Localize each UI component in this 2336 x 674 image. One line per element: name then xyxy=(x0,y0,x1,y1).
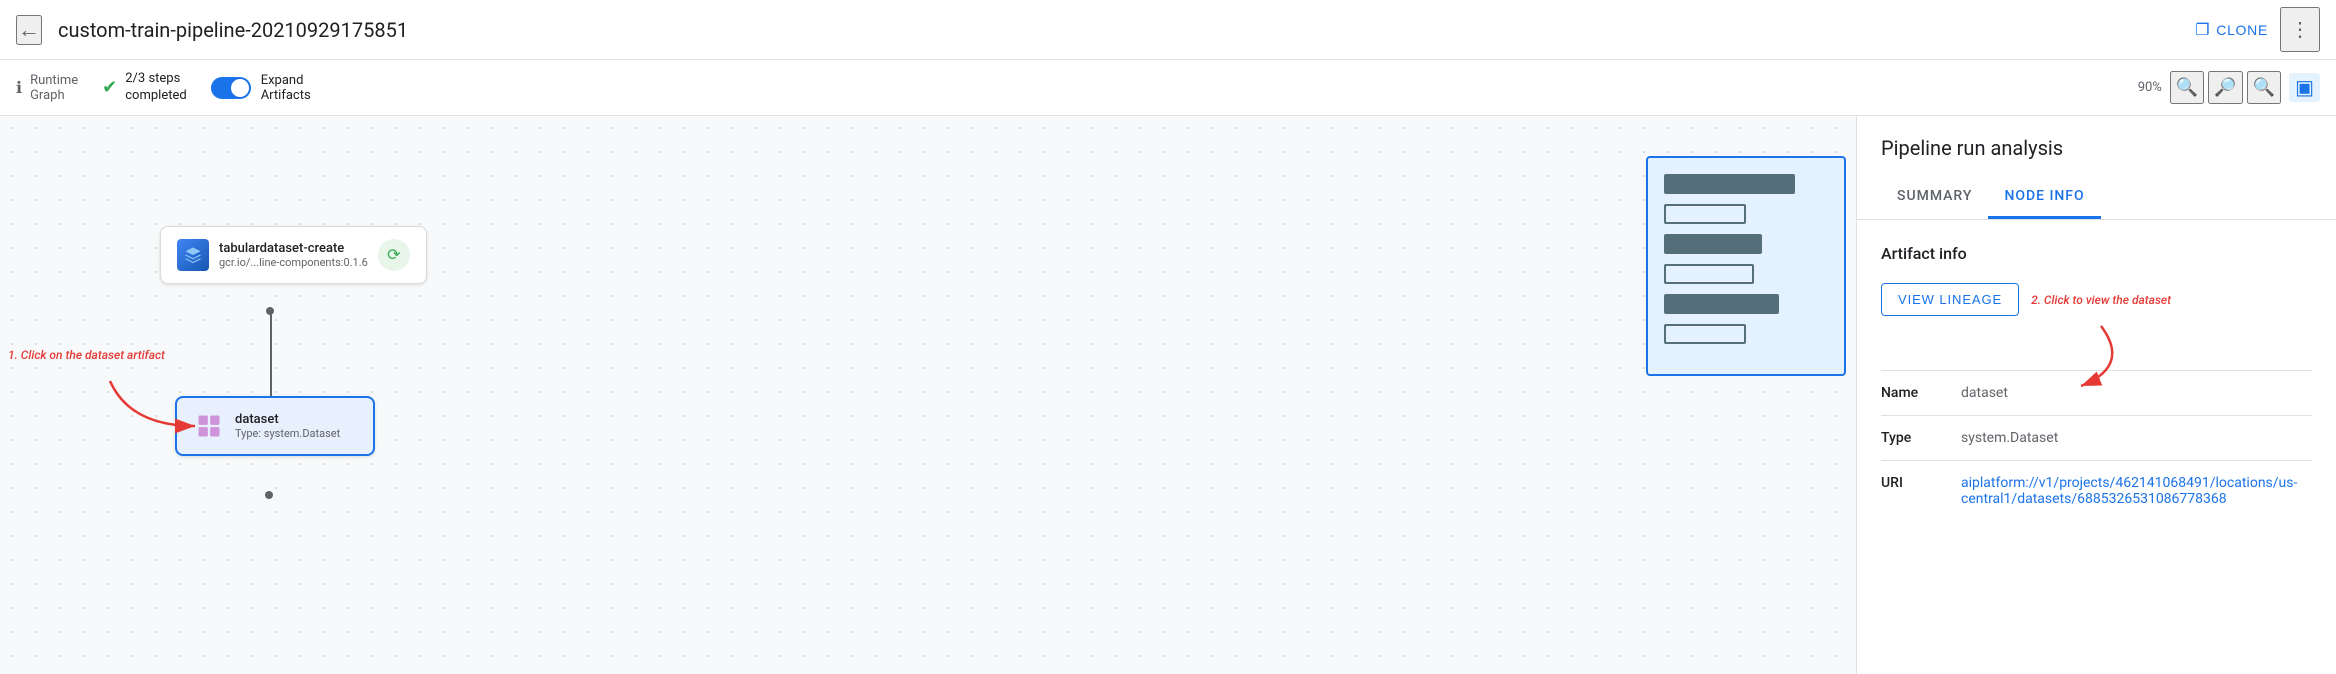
node-dataset-title: dataset xyxy=(235,412,340,427)
mini-bar-2 xyxy=(1664,204,1746,224)
label-uri: URI xyxy=(1881,461,1961,522)
value-uri[interactable]: aiplatform://v1/projects/462141068491/lo… xyxy=(1961,461,2312,522)
annotation-arrow-1 xyxy=(0,116,1856,674)
node-tabular-subtitle: gcr.io/...line-components:0.1.6 xyxy=(219,256,368,269)
clone-button[interactable]: ❐ CLONE xyxy=(2183,12,2280,48)
mini-graph-preview xyxy=(1646,156,1846,376)
toggle-switch[interactable] xyxy=(211,77,251,99)
mini-bar-1 xyxy=(1664,174,1795,194)
connection-line xyxy=(270,311,272,401)
mini-bar-5 xyxy=(1664,294,1779,314)
tab-node-info[interactable]: NODE INFO xyxy=(1988,176,2100,219)
clone-icon: ❐ xyxy=(2195,20,2210,40)
tabs: SUMMARY NODE INFO xyxy=(1881,176,2312,219)
mini-bar-3 xyxy=(1664,234,1762,254)
check-circle-icon: ✔ xyxy=(102,77,117,98)
zoom-in-button[interactable]: 🔍 xyxy=(2170,71,2204,104)
node-run-button[interactable]: ⟳ xyxy=(378,239,410,271)
annotation-2: 2. Click to view the dataset xyxy=(2031,293,2171,307)
main-content: 1. Click on the dataset artifact xyxy=(0,116,2336,674)
runtime-graph-label: Runtime Graph xyxy=(30,73,78,103)
zoom-controls: 🔍 🔎 🔍 xyxy=(2170,71,2281,104)
node-tabular-title: tabulardataset-create xyxy=(219,241,368,256)
more-button[interactable]: ⋮ xyxy=(2280,7,2320,52)
sub-header: ℹ Runtime Graph ✔ 2/3 steps completed Ex… xyxy=(0,60,2336,116)
info-icon: ℹ xyxy=(16,78,22,97)
uri-link[interactable]: aiplatform://v1/projects/462141068491/lo… xyxy=(1961,475,2297,507)
mini-bar-6 xyxy=(1664,324,1746,344)
fit-screen-button[interactable]: ▣ xyxy=(2289,73,2320,102)
node-dataset[interactable]: dataset Type: system.Dataset xyxy=(175,396,375,456)
node-dataset-icon xyxy=(193,410,225,442)
artifact-info-title: Artifact info xyxy=(1881,244,2312,263)
right-panel-title: Pipeline run analysis xyxy=(1881,136,2312,160)
zoom-out-button[interactable]: 🔎 xyxy=(2208,71,2242,104)
graph-area[interactable]: 1. Click on the dataset artifact xyxy=(0,116,1856,674)
back-icon: ← xyxy=(18,17,40,43)
steps-text: 2/3 steps completed xyxy=(125,71,186,105)
node-tabular[interactable]: tabulardataset-create gcr.io/...line-com… xyxy=(160,226,427,284)
pipeline-title: custom-train-pipeline-20210929175851 xyxy=(58,18,2183,42)
tab-summary[interactable]: SUMMARY xyxy=(1881,176,1988,219)
clone-label: CLONE xyxy=(2216,22,2268,38)
zoom-fit-button[interactable]: 🔍 xyxy=(2247,71,2281,104)
table-row-type: Type system.Dataset xyxy=(1881,416,2312,461)
label-type: Type xyxy=(1881,416,1961,461)
top-header: ← custom-train-pipeline-20210929175851 ❐… xyxy=(0,0,2336,60)
back-button[interactable]: ← xyxy=(16,15,42,45)
steps-completed: ✔ 2/3 steps completed xyxy=(102,71,187,105)
value-type: system.Dataset xyxy=(1961,416,2312,461)
lineage-row: VIEW LINEAGE 2. Click to view the datase… xyxy=(1881,283,2312,316)
mini-bar-4 xyxy=(1664,264,1754,284)
annotation-2-arrow-area xyxy=(1881,316,2312,346)
node-cube-icon xyxy=(177,239,209,271)
view-lineage-button[interactable]: VIEW LINEAGE xyxy=(1881,283,2019,316)
dot-top xyxy=(266,307,274,315)
zoom-level: 90% xyxy=(2138,80,2162,95)
runtime-graph-tab[interactable]: ℹ Runtime Graph xyxy=(16,73,78,103)
dot-below-dataset xyxy=(265,491,273,499)
annotation-1: 1. Click on the dataset artifact xyxy=(8,348,165,362)
right-panel-header: Pipeline run analysis SUMMARY NODE INFO xyxy=(1857,116,2336,220)
right-panel-content: Artifact info VIEW LINEAGE 2. Click to v… xyxy=(1857,220,2336,674)
expand-artifacts-label: Expand Artifacts xyxy=(261,73,311,103)
right-panel: Pipeline run analysis SUMMARY NODE INFO … xyxy=(1856,116,2336,674)
annotation-2-arrow xyxy=(1881,316,2312,396)
expand-artifacts-toggle[interactable]: Expand Artifacts xyxy=(211,73,311,103)
table-row-uri: URI aiplatform://v1/projects/46214106849… xyxy=(1881,461,2312,522)
node-dataset-subtitle: Type: system.Dataset xyxy=(235,427,340,440)
